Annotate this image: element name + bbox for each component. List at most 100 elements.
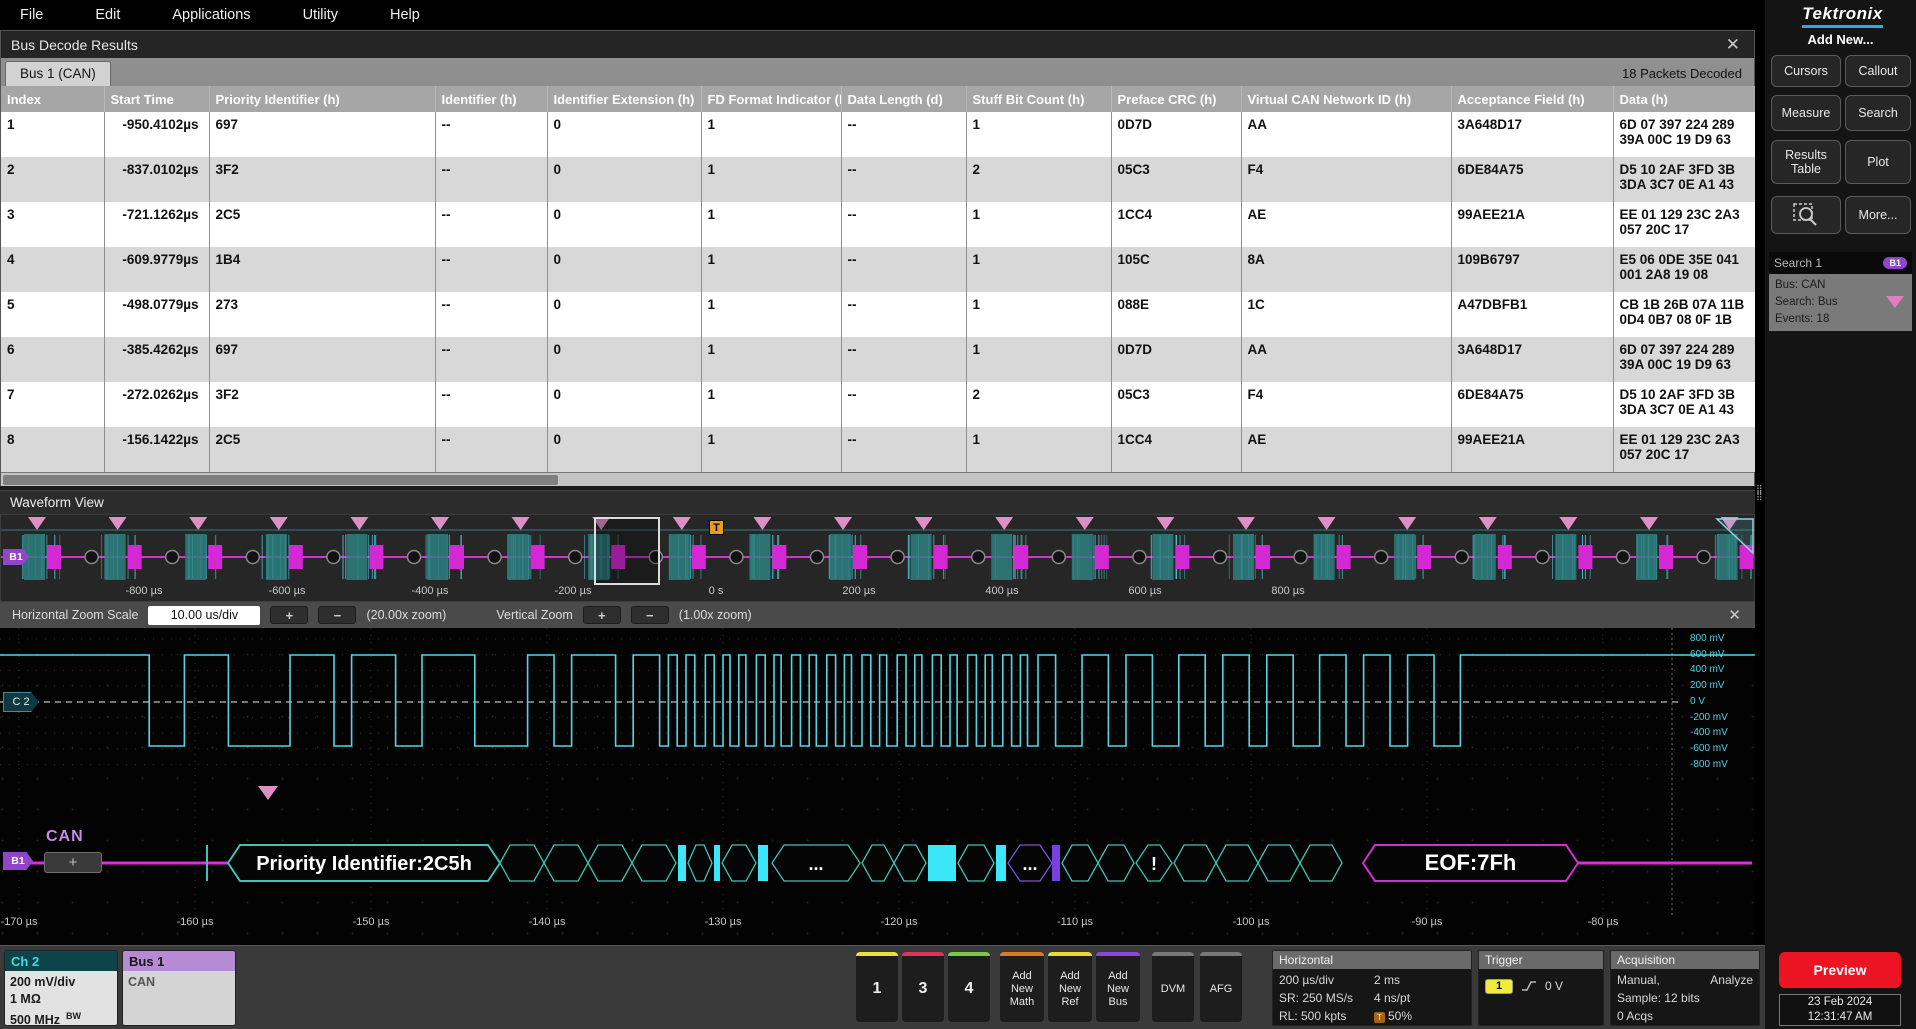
table-horizontal-scrollbar[interactable] xyxy=(1,472,1754,486)
hzoom-plus-button[interactable]: + xyxy=(270,606,308,624)
vzoom-plus-button[interactable]: + xyxy=(583,606,621,624)
acq-mode: Manual, xyxy=(1617,971,1660,989)
channel-button-3[interactable]: 3 xyxy=(902,952,944,1022)
more--button[interactable]: More... xyxy=(1845,196,1911,234)
h-recordlength: RL: 500 kpts xyxy=(1279,1007,1374,1025)
bus1-settings-badge[interactable]: Bus 1 CAN xyxy=(122,950,236,1026)
search-button[interactable]: Search xyxy=(1845,95,1911,131)
column-header[interactable]: Virtual CAN Network ID (h) xyxy=(1241,86,1451,112)
search1-results-card[interactable]: Search 1 B1 Bus: CANSearch: BusEvents: 1… xyxy=(1769,252,1912,331)
vzoom-minus-button[interactable]: − xyxy=(631,606,669,624)
table-row[interactable]: 8-156.1422µs2C5--01--11CC4AE99AEE21AEE 0… xyxy=(1,427,1756,472)
column-header[interactable]: Stuff Bit Count (h) xyxy=(966,86,1111,112)
add-new-bus-button[interactable]: AddNewBus xyxy=(1096,952,1140,1022)
column-header[interactable]: Acceptance Field (h) xyxy=(1451,86,1613,112)
acquisition-panel[interactable]: Acquisition Manual,Analyze Sample: 12 bi… xyxy=(1610,950,1760,1026)
table-cell: -609.9779µs xyxy=(104,247,209,292)
bus-expand-button[interactable]: + xyxy=(44,852,102,873)
h-scale: 200 µs/div xyxy=(1279,971,1374,989)
table-cell: 1B4 xyxy=(209,247,435,292)
plot-button[interactable]: Plot xyxy=(1845,140,1911,184)
table-cell: 3 xyxy=(1,202,104,247)
table-row[interactable]: 5-498.0779µs273--01--1088E1CA47DBFB1CB 1… xyxy=(1,292,1756,337)
table-row[interactable]: 2-837.0102µs3F2--01--205C3F46DE84A75D5 1… xyxy=(1,157,1756,202)
afg-button[interactable]: AFG xyxy=(1200,952,1242,1022)
close-icon[interactable]: ✕ xyxy=(1722,36,1744,53)
table-cell: 0 xyxy=(547,112,701,157)
dvm-button[interactable]: DVM xyxy=(1152,952,1194,1022)
bus-decode-results-window: Bus Decode Results ✕ Bus 1 (CAN) 18 Pack… xyxy=(0,30,1755,486)
zoomed-waveform-area[interactable]: Priority Identifier:2C5h......!EOF:7Fh C… xyxy=(0,628,1755,945)
table-cell: 088E xyxy=(1111,292,1241,337)
trigger-panel[interactable]: Trigger 1 0 V xyxy=(1478,950,1604,1026)
table-row[interactable]: 7-272.0262µs3F2--01--205C3F46DE84A75D5 1… xyxy=(1,382,1756,427)
waveform-view-title: Waveform View xyxy=(10,495,104,510)
table-row[interactable]: 4-609.9779µs1B4--01--1105C8A109B6797E5 0… xyxy=(1,247,1756,292)
horizontal-zoom-scale-input[interactable]: 10.00 us/div xyxy=(148,606,260,625)
voltage-label: -400 mV xyxy=(1690,727,1750,738)
hzoom-minus-button[interactable]: − xyxy=(318,606,356,624)
triangle-down-icon xyxy=(1886,296,1904,308)
h-window: 2 ms xyxy=(1374,971,1400,989)
table-cell: 1 xyxy=(966,337,1111,382)
menu-item-file[interactable]: File xyxy=(20,7,43,23)
menu-item-edit[interactable]: Edit xyxy=(95,7,120,23)
bus1-badge-body: CAN xyxy=(123,971,235,1026)
table-cell: 1 xyxy=(1,112,104,157)
search1-source-badge: B1 xyxy=(1883,257,1907,269)
zoom-selection-box[interactable] xyxy=(594,517,660,585)
measure-button[interactable]: Measure xyxy=(1771,95,1841,131)
zoom-select-button[interactable] xyxy=(1771,196,1841,234)
table-cell: -156.1422µs xyxy=(104,427,209,472)
ch2-setting-line: 200 mV/div xyxy=(10,974,117,991)
scrollbar-thumb[interactable] xyxy=(3,475,558,485)
menu-item-help[interactable]: Help xyxy=(390,7,420,23)
table-cell: 6D 07 397 224 289 39A 00C 19 D9 63 xyxy=(1613,112,1756,157)
table-cell: 1 xyxy=(701,157,841,202)
menu-item-applications[interactable]: Applications xyxy=(172,7,250,23)
overview-time-label: -400 µs xyxy=(395,585,465,597)
panel-splitter[interactable]: ⣿⣿ xyxy=(1755,30,1765,945)
table-cell: 6 xyxy=(1,337,104,382)
column-header[interactable]: FD Format Indicator (h) xyxy=(701,86,841,112)
table-cell: 1 xyxy=(701,202,841,247)
results-table-button[interactable]: Results Table xyxy=(1771,140,1841,184)
acq-analyze: Analyze xyxy=(1710,971,1753,989)
column-header[interactable]: Identifier (h) xyxy=(435,86,547,112)
time-label: -170 µs xyxy=(0,916,54,928)
column-header[interactable]: Preface CRC (h) xyxy=(1111,86,1241,112)
vertical-zoom-label: Vertical Zoom xyxy=(496,608,572,622)
callout-button[interactable]: Callout xyxy=(1845,55,1911,87)
menu-item-utility[interactable]: Utility xyxy=(303,7,338,23)
column-header[interactable]: Data Length (d) xyxy=(841,86,966,112)
close-zoom-icon[interactable]: ✕ xyxy=(1728,606,1741,624)
channel-button-1[interactable]: 1 xyxy=(856,952,898,1022)
table-cell: -- xyxy=(841,427,966,472)
oscilloscope-app: File Edit Applications Utility Help Bus Deco… xyxy=(0,0,1916,1029)
cursors-button[interactable]: Cursors xyxy=(1771,55,1841,87)
tab-bus1-can[interactable]: Bus 1 (CAN) xyxy=(5,61,111,86)
preview-button[interactable]: Preview xyxy=(1779,952,1901,988)
ch2-setting-line: 1 MΩ xyxy=(10,991,117,1008)
add-new-math-button[interactable]: AddNewMath xyxy=(1000,952,1044,1022)
horizontal-panel[interactable]: Horizontal 200 µs/div2 ms SR: 250 MS/s4 … xyxy=(1272,950,1472,1026)
table-cell: 1CC4 xyxy=(1111,202,1241,247)
column-header[interactable]: Priority Identifier (h) xyxy=(209,86,435,112)
logo-wrap: Tektronix xyxy=(1765,0,1916,28)
overview-time-label: 400 µs xyxy=(967,585,1037,597)
column-header[interactable]: Data (h) xyxy=(1613,86,1756,112)
table-row[interactable]: 1-950.4102µs697--01--10D7DAA3A648D176D 0… xyxy=(1,112,1756,157)
trigger-marker-icon[interactable]: T xyxy=(709,520,724,535)
column-header[interactable]: Index xyxy=(1,86,104,112)
voltage-label: 400 mV xyxy=(1690,664,1750,675)
channel2-settings-badge[interactable]: Ch 2 200 mV/div1 MΩ500 MHzBW xyxy=(4,950,118,1026)
table-row[interactable]: 6-385.4262µs697--01--10D7DAA3A648D176D 0… xyxy=(1,337,1756,382)
trigger-source-badge: 1 xyxy=(1485,979,1513,994)
column-header[interactable]: Start Time xyxy=(104,86,209,112)
waveform-overview-strip[interactable]: B1 T -800 µs-600 µs-400 µs-200 µs0 s200 … xyxy=(0,514,1755,602)
channel-button-4[interactable]: 4 xyxy=(948,952,990,1022)
table-cell: 1 xyxy=(966,247,1111,292)
table-row[interactable]: 3-721.1262µs2C5--01--11CC4AE99AEE21AEE 0… xyxy=(1,202,1756,247)
add-new-ref-button[interactable]: AddNewRef xyxy=(1048,952,1092,1022)
column-header[interactable]: Identifier Extension (h) xyxy=(547,86,701,112)
